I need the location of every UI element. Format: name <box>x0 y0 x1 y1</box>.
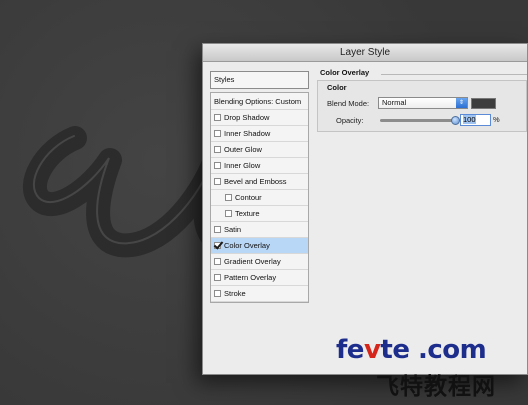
styles-list: Blending Options: Custom Drop Shadow Inner… <box>210 92 309 303</box>
style-item-drop-shadow[interactable]: Drop Shadow <box>211 110 308 126</box>
style-checkbox[interactable] <box>225 194 232 201</box>
style-checkbox[interactable] <box>214 130 221 137</box>
site-watermark: fevte .com 飞特教程网 <box>336 335 495 400</box>
watermark-logo-text: fevte .com <box>336 335 487 365</box>
style-item-outer-glow[interactable]: Outer Glow <box>211 142 308 158</box>
opacity-value: 100 <box>463 115 476 124</box>
styles-header[interactable]: Styles <box>210 71 309 89</box>
watermark-chinese-text: 飞特教程网 <box>376 374 496 400</box>
style-item-label: Stroke <box>224 289 246 298</box>
blend-mode-value: Normal <box>382 98 407 107</box>
style-item-pattern-overlay[interactable]: Pattern Overlay <box>211 270 308 286</box>
blend-mode-select[interactable]: Normal ⇕ <box>378 97 468 109</box>
style-item-bevel-and-emboss[interactable]: Bevel and Emboss <box>211 174 308 190</box>
style-checkbox[interactable] <box>214 242 221 249</box>
opacity-input[interactable]: 100 <box>460 114 491 126</box>
style-checkbox[interactable] <box>214 162 221 169</box>
style-item-label: Pattern Overlay <box>224 273 277 282</box>
group-title: Color Overlay <box>320 68 370 77</box>
blend-mode-label: Blend Mode: <box>327 99 370 108</box>
color-subtitle: Color <box>327 83 347 92</box>
style-item-inner-glow[interactable]: Inner Glow <box>211 158 308 174</box>
style-checkbox[interactable] <box>214 146 221 153</box>
style-item-gradient-overlay[interactable]: Gradient Overlay <box>211 254 308 270</box>
style-checkbox[interactable] <box>214 114 221 121</box>
style-item-contour[interactable]: Contour <box>211 190 308 206</box>
dialog-title: Layer Style <box>203 44 527 62</box>
styles-panel: Styles Blending Options: Custom Drop Shad… <box>210 71 309 303</box>
opacity-slider-thumb[interactable] <box>451 116 460 125</box>
style-item-label: Texture <box>235 209 260 218</box>
group-divider <box>381 74 527 75</box>
overlay-color-swatch[interactable] <box>471 98 496 109</box>
style-checkbox[interactable] <box>214 258 221 265</box>
opacity-label: Opacity: <box>336 116 364 125</box>
color-group-box: Color Blend Mode: Normal ⇕ Opacity: 100 … <box>317 80 527 132</box>
style-item-label: Drop Shadow <box>224 113 270 122</box>
style-item-color-overlay[interactable]: Color Overlay <box>211 238 308 254</box>
style-item-blending-options-custom[interactable]: Blending Options: Custom <box>211 93 308 110</box>
layer-style-dialog: Layer Style Styles Blending Options: Cus… <box>202 43 528 375</box>
color-overlay-panel: Color Overlay Color Blend Mode: Normal ⇕… <box>317 68 527 132</box>
style-item-label: Inner Glow <box>224 161 261 170</box>
style-item-label: Contour <box>235 193 262 202</box>
style-item-label: Blending Options: Custom <box>214 96 302 106</box>
style-item-label: Outer Glow <box>224 145 262 154</box>
style-item-label: Bevel and Emboss <box>224 177 287 186</box>
style-item-label: Gradient Overlay <box>224 257 281 266</box>
style-item-inner-shadow[interactable]: Inner Shadow <box>211 126 308 142</box>
chevron-updown-icon[interactable]: ⇕ <box>456 98 467 108</box>
opacity-slider-track[interactable] <box>380 119 456 122</box>
opacity-unit: % <box>493 115 500 124</box>
style-checkbox[interactable] <box>214 226 221 233</box>
style-item-label: Color Overlay <box>224 241 270 250</box>
style-checkbox[interactable] <box>214 290 221 297</box>
style-item-satin[interactable]: Satin <box>211 222 308 238</box>
style-checkbox[interactable] <box>214 274 221 281</box>
style-item-label: Inner Shadow <box>224 129 271 138</box>
style-item-stroke[interactable]: Stroke <box>211 286 308 302</box>
style-item-label: Satin <box>224 225 242 234</box>
style-checkbox[interactable] <box>225 210 232 217</box>
style-checkbox[interactable] <box>214 178 221 185</box>
style-item-texture[interactable]: Texture <box>211 206 308 222</box>
